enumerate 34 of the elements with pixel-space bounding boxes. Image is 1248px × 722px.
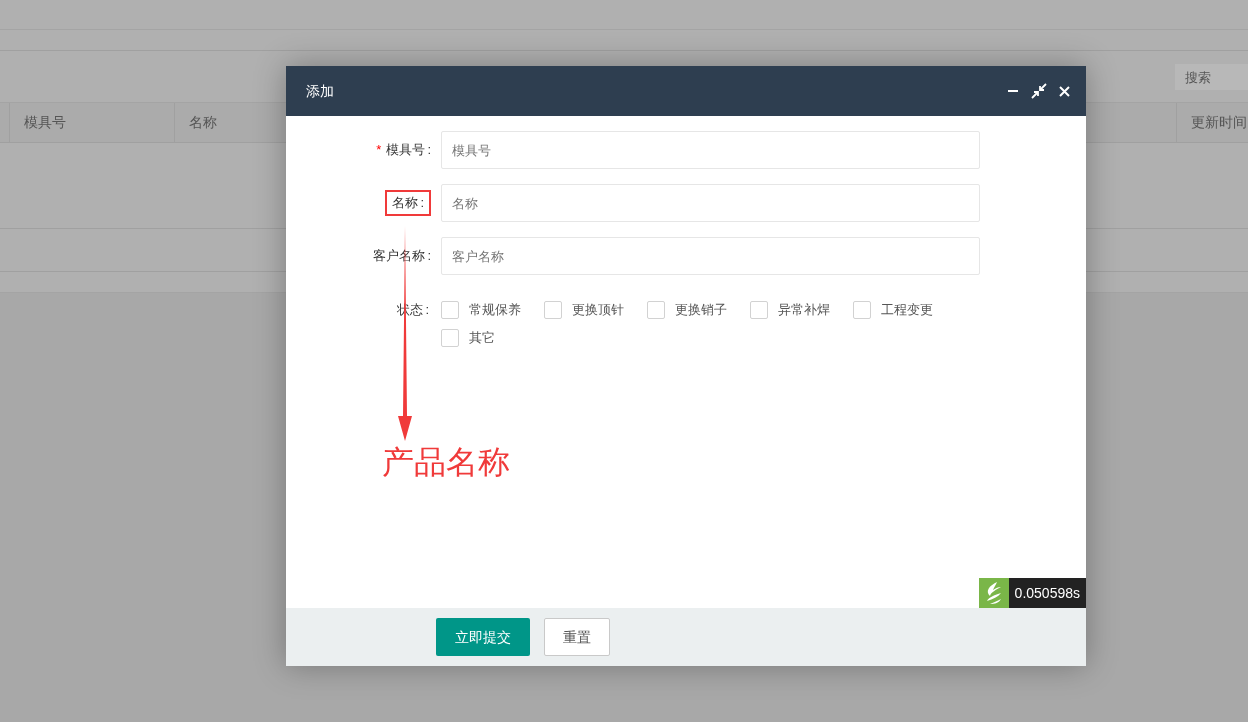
checkbox[interactable] xyxy=(441,329,459,347)
dialog-title: 添加 xyxy=(306,81,334,101)
column-header: 模具号 xyxy=(24,113,66,132)
column-header: 名称 xyxy=(189,113,217,132)
status-checkbox[interactable]: 更换顶针 xyxy=(544,300,647,320)
colon-mark: : xyxy=(420,194,424,213)
timing-text: 0.050598s xyxy=(1008,578,1086,608)
search-field[interactable]: 搜索 xyxy=(1175,64,1248,90)
close-icon[interactable] xyxy=(1059,85,1070,97)
required-asterisk: * xyxy=(376,141,382,160)
text-input[interactable]: 客户名称 xyxy=(441,237,980,275)
checkbox[interactable] xyxy=(647,301,665,319)
submit-button[interactable]: 立即提交 xyxy=(436,618,530,656)
label-text: 模具号 xyxy=(386,141,426,160)
text-input[interactable]: 名称 xyxy=(441,184,980,222)
colon-mark: : xyxy=(427,247,431,266)
checkbox[interactable] xyxy=(853,301,871,319)
status-checkbox[interactable]: 更换销子 xyxy=(647,300,750,320)
checkbox[interactable] xyxy=(750,301,768,319)
status-checkbox[interactable]: 常规保养 xyxy=(441,300,544,320)
status-checkbox[interactable]: 其它 xyxy=(441,328,544,348)
label-text: 客户名称 xyxy=(373,247,426,266)
text-input[interactable]: 模具号 xyxy=(441,131,980,169)
colon-mark: : xyxy=(427,141,431,160)
restore-icon[interactable] xyxy=(1031,83,1047,99)
label-text: 名称 xyxy=(392,194,419,213)
annotation-text: 产品名称 xyxy=(382,443,510,482)
colon-mark: : xyxy=(425,301,429,320)
status-checkbox[interactable]: 异常补焊 xyxy=(750,300,853,320)
checkbox[interactable] xyxy=(544,301,562,319)
checkbox[interactable] xyxy=(441,301,459,319)
reset-button[interactable]: 重置 xyxy=(544,618,610,656)
column-header: 更新时间 xyxy=(1191,113,1247,132)
status-checkbox[interactable]: 工程变更 xyxy=(853,300,956,320)
